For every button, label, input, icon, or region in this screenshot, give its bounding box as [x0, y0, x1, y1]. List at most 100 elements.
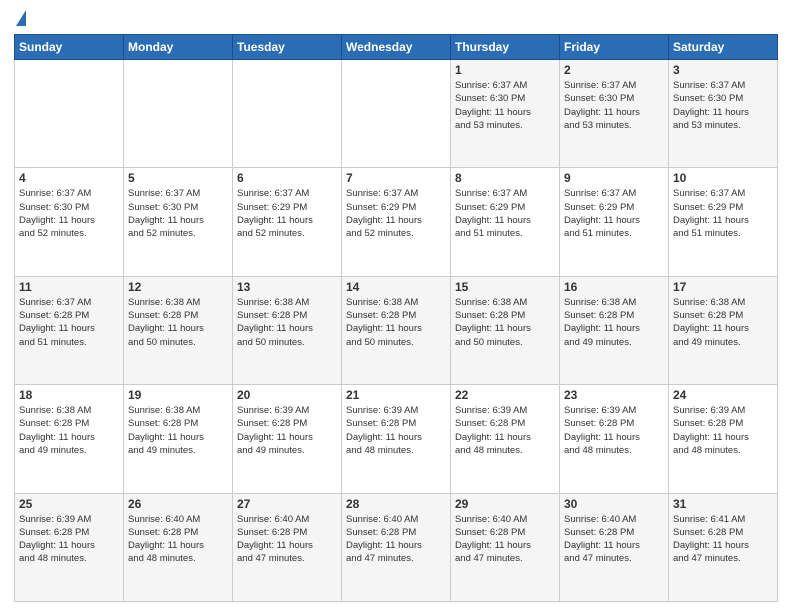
day-info: Sunrise: 6:38 AM Sunset: 6:28 PM Dayligh…: [346, 297, 422, 348]
day-info: Sunrise: 6:38 AM Sunset: 6:28 PM Dayligh…: [564, 297, 640, 348]
day-info: Sunrise: 6:39 AM Sunset: 6:28 PM Dayligh…: [455, 405, 531, 456]
cell-3-2: 20Sunrise: 6:39 AM Sunset: 6:28 PM Dayli…: [233, 385, 342, 493]
week-row-2: 4 Sunrise: 6:37 AM Sunset: 6:30 PM Daylig…: [15, 168, 778, 276]
day-number: 31: [673, 497, 773, 511]
day-number: 27: [237, 497, 337, 511]
day-info: Sunrise: 6:37 AM Sunset: 6:30 PM Dayligh…: [455, 80, 531, 131]
day-number: 17: [673, 280, 773, 294]
cell-3-4: 22 Sunrise: 6:39 AM Sunset: 6:28 PM Dayli…: [451, 385, 560, 493]
cell-2-2: 13 Sunrise: 6:38 AM Sunset: 6:28 PM Dayli…: [233, 276, 342, 384]
day-info: Sunrise: 6:40 AM Sunset: 6:28 PM Dayligh…: [455, 514, 531, 565]
day-info: Sunrise: 6:38 AM Sunset: 6:28 PM Dayligh…: [455, 297, 531, 348]
week-row-5: 25Sunrise: 6:39 AM Sunset: 6:28 PM Dayli…: [15, 493, 778, 601]
cell-3-3: 21 Sunrise: 6:39 AM Sunset: 6:28 PM Dayli…: [342, 385, 451, 493]
cell-4-0: 25Sunrise: 6:39 AM Sunset: 6:28 PM Dayli…: [15, 493, 124, 601]
day-number: 8: [455, 171, 555, 185]
cell-2-1: 12 Sunrise: 6:38 AM Sunset: 6:28 PM Dayli…: [124, 276, 233, 384]
day-number: 24: [673, 388, 773, 402]
cell-1-5: 9 Sunrise: 6:37 AM Sunset: 6:29 PM Daylig…: [560, 168, 669, 276]
day-number: 10: [673, 171, 773, 185]
day-number: 14: [346, 280, 446, 294]
day-number: 20: [237, 388, 337, 402]
col-wednesday: Wednesday: [342, 35, 451, 60]
day-number: 3: [673, 63, 773, 77]
day-number: 2: [564, 63, 664, 77]
cell-0-2: [233, 60, 342, 168]
cell-0-4: 1 Sunrise: 6:37 AM Sunset: 6:30 PM Daylig…: [451, 60, 560, 168]
cell-3-1: 19 Sunrise: 6:38 AM Sunset: 6:28 PM Dayli…: [124, 385, 233, 493]
logo: [14, 10, 26, 28]
page: Sunday Monday Tuesday Wednesday Thursday…: [0, 0, 792, 612]
day-info: Sunrise: 6:37 AM Sunset: 6:30 PM Dayligh…: [19, 188, 95, 239]
cell-1-0: 4 Sunrise: 6:37 AM Sunset: 6:30 PM Daylig…: [15, 168, 124, 276]
day-number: 7: [346, 171, 446, 185]
day-info: Sunrise: 6:37 AM Sunset: 6:28 PM Dayligh…: [19, 297, 95, 348]
cell-1-4: 8 Sunrise: 6:37 AM Sunset: 6:29 PM Daylig…: [451, 168, 560, 276]
cell-4-3: 28Sunrise: 6:40 AM Sunset: 6:28 PM Dayli…: [342, 493, 451, 601]
cell-2-4: 15Sunrise: 6:38 AM Sunset: 6:28 PM Dayli…: [451, 276, 560, 384]
day-number: 28: [346, 497, 446, 511]
day-info: Sunrise: 6:41 AM Sunset: 6:28 PM Dayligh…: [673, 514, 749, 565]
day-number: 22: [455, 388, 555, 402]
calendar-table: Sunday Monday Tuesday Wednesday Thursday…: [14, 34, 778, 602]
day-number: 18: [19, 388, 119, 402]
day-info: Sunrise: 6:37 AM Sunset: 6:30 PM Dayligh…: [564, 80, 640, 131]
week-row-1: 1 Sunrise: 6:37 AM Sunset: 6:30 PM Daylig…: [15, 60, 778, 168]
day-number: 5: [128, 171, 228, 185]
cell-4-4: 29 Sunrise: 6:40 AM Sunset: 6:28 PM Dayli…: [451, 493, 560, 601]
day-info: Sunrise: 6:38 AM Sunset: 6:28 PM Dayligh…: [128, 405, 204, 456]
day-info: Sunrise: 6:38 AM Sunset: 6:28 PM Dayligh…: [673, 297, 749, 348]
col-tuesday: Tuesday: [233, 35, 342, 60]
day-number: 19: [128, 388, 228, 402]
cell-4-1: 26 Sunrise: 6:40 AM Sunset: 6:28 PM Dayli…: [124, 493, 233, 601]
day-number: 1: [455, 63, 555, 77]
day-number: 23: [564, 388, 664, 402]
cell-2-0: 11 Sunrise: 6:37 AM Sunset: 6:28 PM Dayli…: [15, 276, 124, 384]
day-number: 21: [346, 388, 446, 402]
week-row-4: 18 Sunrise: 6:38 AM Sunset: 6:28 PM Dayli…: [15, 385, 778, 493]
day-info: Sunrise: 6:37 AM Sunset: 6:29 PM Dayligh…: [564, 188, 640, 239]
day-number: 13: [237, 280, 337, 294]
day-number: 9: [564, 171, 664, 185]
day-number: 6: [237, 171, 337, 185]
cell-0-5: 2 Sunrise: 6:37 AM Sunset: 6:30 PM Daylig…: [560, 60, 669, 168]
day-number: 12: [128, 280, 228, 294]
col-thursday: Thursday: [451, 35, 560, 60]
day-info: Sunrise: 6:38 AM Sunset: 6:28 PM Dayligh…: [19, 405, 95, 456]
logo-triangle-icon: [16, 10, 26, 26]
cell-4-6: 31 Sunrise: 6:41 AM Sunset: 6:28 PM Dayli…: [669, 493, 778, 601]
cell-0-3: [342, 60, 451, 168]
day-info: Sunrise: 6:37 AM Sunset: 6:29 PM Dayligh…: [346, 188, 422, 239]
header: [14, 10, 778, 28]
cell-0-1: [124, 60, 233, 168]
day-number: 25: [19, 497, 119, 511]
col-sunday: Sunday: [15, 35, 124, 60]
day-info: Sunrise: 6:37 AM Sunset: 6:29 PM Dayligh…: [455, 188, 531, 239]
day-number: 11: [19, 280, 119, 294]
day-info: Sunrise: 6:40 AM Sunset: 6:28 PM Dayligh…: [564, 514, 640, 565]
col-monday: Monday: [124, 35, 233, 60]
cell-3-0: 18 Sunrise: 6:38 AM Sunset: 6:28 PM Dayli…: [15, 385, 124, 493]
day-info: Sunrise: 6:38 AM Sunset: 6:28 PM Dayligh…: [128, 297, 204, 348]
day-number: 29: [455, 497, 555, 511]
day-number: 4: [19, 171, 119, 185]
day-info: Sunrise: 6:38 AM Sunset: 6:28 PM Dayligh…: [237, 297, 313, 348]
cell-4-5: 30Sunrise: 6:40 AM Sunset: 6:28 PM Dayli…: [560, 493, 669, 601]
day-info: Sunrise: 6:37 AM Sunset: 6:29 PM Dayligh…: [237, 188, 313, 239]
week-row-3: 11 Sunrise: 6:37 AM Sunset: 6:28 PM Dayli…: [15, 276, 778, 384]
cell-1-1: 5Sunrise: 6:37 AM Sunset: 6:30 PM Daylig…: [124, 168, 233, 276]
cell-2-5: 16Sunrise: 6:38 AM Sunset: 6:28 PM Dayli…: [560, 276, 669, 384]
cell-2-3: 14 Sunrise: 6:38 AM Sunset: 6:28 PM Dayli…: [342, 276, 451, 384]
calendar-header-row: Sunday Monday Tuesday Wednesday Thursday…: [15, 35, 778, 60]
col-saturday: Saturday: [669, 35, 778, 60]
day-info: Sunrise: 6:39 AM Sunset: 6:28 PM Dayligh…: [564, 405, 640, 456]
day-info: Sunrise: 6:40 AM Sunset: 6:28 PM Dayligh…: [128, 514, 204, 565]
day-info: Sunrise: 6:39 AM Sunset: 6:28 PM Dayligh…: [673, 405, 749, 456]
cell-1-6: 10 Sunrise: 6:37 AM Sunset: 6:29 PM Dayli…: [669, 168, 778, 276]
day-number: 26: [128, 497, 228, 511]
cell-4-2: 27Sunrise: 6:40 AM Sunset: 6:28 PM Dayli…: [233, 493, 342, 601]
cell-3-5: 23 Sunrise: 6:39 AM Sunset: 6:28 PM Dayli…: [560, 385, 669, 493]
day-info: Sunrise: 6:39 AM Sunset: 6:28 PM Dayligh…: [346, 405, 422, 456]
day-info: Sunrise: 6:37 AM Sunset: 6:29 PM Dayligh…: [673, 188, 749, 239]
cell-2-6: 17 Sunrise: 6:38 AM Sunset: 6:28 PM Dayli…: [669, 276, 778, 384]
